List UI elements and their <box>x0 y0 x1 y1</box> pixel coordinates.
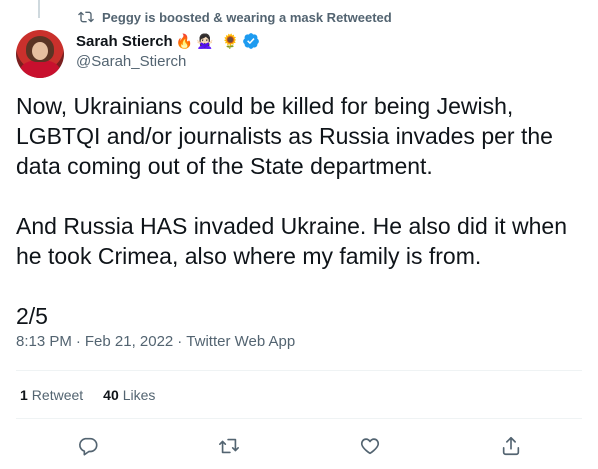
tweet-date[interactable]: Feb 21, 2022 <box>85 333 173 350</box>
user-info[interactable]: Sarah Stierch 🔥 🙅🏻‍♀️ 🌻 @Sarah_Stierch <box>76 31 260 70</box>
tweet-time[interactable]: 8:13 PM <box>16 333 72 350</box>
woman-gesturing-no-emoji: 🙅🏻‍♀️ <box>196 33 214 49</box>
tweet-detail: Peggy is boosted & wearing a mask Retwee… <box>0 0 598 469</box>
retweet-context-text: Peggy is boosted & wearing a mask Retwee… <box>102 9 392 25</box>
display-name[interactable]: Sarah Stierch <box>76 33 173 50</box>
retweet-icon <box>78 11 94 23</box>
retweet-context[interactable]: Peggy is boosted & wearing a mask Retwee… <box>78 8 392 26</box>
meta-separator: · <box>75 333 81 350</box>
fire-emoji: 🔥 <box>175 33 194 49</box>
divider <box>16 418 582 419</box>
retweet-button[interactable] <box>215 432 243 460</box>
action-bar <box>0 432 598 460</box>
like-icon <box>360 438 380 455</box>
sunflower-emoji: 🌻 <box>221 33 240 49</box>
engagement-stats: 1 Retweet 40 Likes <box>20 387 155 403</box>
verified-badge-icon <box>243 33 259 49</box>
retweet-icon <box>219 438 239 454</box>
likes-stat[interactable]: 40 Likes <box>103 387 155 403</box>
divider <box>16 370 582 371</box>
share-icon <box>502 436 520 456</box>
tweet-text: Now, Ukrainians could be killed for bein… <box>16 93 568 329</box>
tweet-meta: 8:13 PM · Feb 21, 2022 · Twitter Web App <box>16 333 295 350</box>
tweet-source[interactable]: Twitter Web App <box>186 333 295 350</box>
reply-button[interactable] <box>74 432 102 460</box>
thread-line <box>38 0 40 18</box>
user-handle[interactable]: @Sarah_Stierch <box>76 53 260 70</box>
reply-icon <box>79 437 98 456</box>
share-button[interactable] <box>497 432 525 460</box>
retweets-stat[interactable]: 1 Retweet <box>20 387 83 403</box>
avatar[interactable] <box>16 30 64 78</box>
like-button[interactable] <box>356 432 384 460</box>
meta-separator: · <box>177 333 183 350</box>
